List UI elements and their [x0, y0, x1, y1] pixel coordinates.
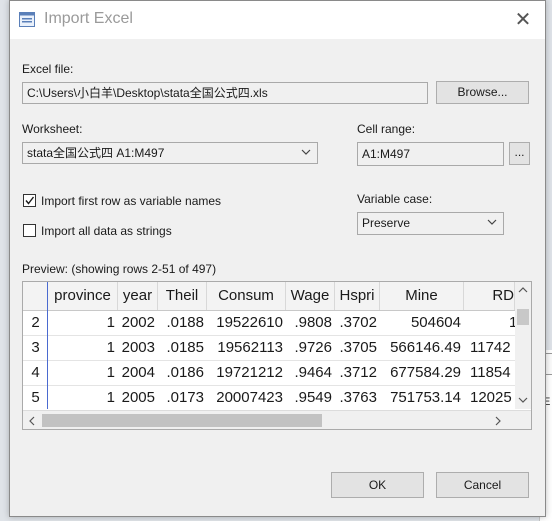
title-bar: Import Excel ✕	[10, 1, 545, 39]
import-excel-dialog: Import Excel ✕ Excel file: C:\Users\小白羊\…	[9, 0, 546, 517]
first-row-names-checkbox[interactable]	[23, 194, 36, 207]
table-cell: 20007423	[216, 389, 283, 406]
worksheet-label: Worksheet:	[22, 122, 83, 136]
grid-header: province year Theil Consum Wage Hspri Mi…	[23, 282, 515, 311]
first-row-names-label: Import first row as variable names	[41, 194, 222, 208]
checkmark-icon	[25, 196, 35, 205]
table-cell: .9726	[294, 339, 332, 356]
variable-case-label: Variable case:	[357, 192, 433, 206]
table-row: 2 1 2002 .0188 19522610 .9808 .3702 5046…	[23, 310, 515, 336]
table-row: 5 1 2005 .0173 20007423 .9549 .3763 7517…	[23, 385, 515, 411]
table-cell: 2004	[121, 364, 155, 381]
table-row: 4 1 2004 .0186 19721212 .9464 .3712 6775…	[23, 360, 515, 386]
horizontal-scroll-thumb[interactable]	[42, 414, 322, 427]
corner-cell	[23, 282, 48, 310]
column-header[interactable]: RD	[464, 282, 515, 310]
table-cell: .9549	[294, 389, 332, 406]
cancel-button[interactable]: Cancel	[436, 472, 529, 498]
column-header[interactable]: Theil	[158, 282, 207, 310]
variable-case-select[interactable]: Preserve	[357, 212, 504, 235]
row-number: 3	[31, 339, 40, 356]
table-cell: .3702	[339, 314, 377, 331]
table-cell: 12025	[470, 389, 512, 406]
table-cell: 11854	[470, 364, 511, 381]
scroll-right-icon[interactable]	[494, 416, 502, 426]
table-cell: .0188	[166, 314, 204, 331]
cell-range-input[interactable]: A1:M497	[357, 142, 504, 166]
window-title: Import Excel	[44, 10, 133, 27]
table-cell: 1	[106, 339, 115, 356]
column-header[interactable]: Wage	[286, 282, 335, 310]
row-number: 2	[31, 314, 40, 331]
table-cell: 19721212	[216, 364, 283, 381]
table-cell: .0186	[166, 364, 204, 381]
table-cell: 2002	[121, 314, 155, 331]
cell-range-button[interactable]: ...	[509, 142, 530, 165]
close-icon[interactable]: ✕	[510, 7, 536, 33]
excel-file-label: Excel file:	[22, 62, 74, 76]
table-cell: .9808	[294, 314, 332, 331]
table-cell: .3763	[339, 389, 377, 406]
column-header[interactable]: province	[48, 282, 118, 310]
excel-file-input[interactable]: C:\Users\小白羊\Desktop\stata全国公式四.xls	[22, 82, 428, 104]
table-cell: .3712	[339, 364, 377, 381]
table-cell: 504604	[410, 314, 461, 331]
scroll-up-icon[interactable]	[518, 286, 528, 294]
table-cell: 1	[106, 364, 115, 381]
table-cell: 2005	[121, 389, 155, 406]
table-cell: .0173	[166, 389, 204, 406]
ok-button[interactable]: OK	[331, 472, 424, 498]
preview-label: Preview: (showing rows 2-51 of 497)	[22, 262, 217, 276]
all-strings-label: Import all data as strings	[41, 224, 172, 238]
all-strings-checkbox[interactable]	[23, 224, 36, 237]
scroll-left-icon[interactable]	[28, 416, 36, 426]
browse-button[interactable]: Browse...	[436, 81, 529, 104]
vertical-scrollbar[interactable]	[515, 282, 531, 409]
table-cell: 566146.49	[390, 339, 461, 356]
column-header[interactable]: Consum	[207, 282, 286, 310]
column-header[interactable]: Mine	[380, 282, 464, 310]
table-cell: .3705	[339, 339, 377, 356]
table-cell: .9464	[294, 364, 332, 381]
preview-grid[interactable]: province year Theil Consum Wage Hspri Mi…	[22, 281, 532, 430]
vertical-scroll-thumb[interactable]	[517, 309, 529, 325]
variable-case-selected: Preserve	[362, 216, 411, 230]
scroll-down-icon[interactable]	[518, 396, 528, 404]
table-cell: 751753.14	[390, 389, 461, 406]
table-cell: 1174	[464, 310, 515, 335]
row-header-divider	[47, 282, 48, 409]
table-cell: 2003	[121, 339, 155, 356]
table-cell: 677584.29	[390, 364, 461, 381]
chevron-down-icon	[487, 219, 497, 225]
app-window-icon	[19, 12, 35, 27]
column-header[interactable]: year	[118, 282, 158, 310]
chevron-down-icon	[301, 149, 311, 155]
row-number: 4	[31, 364, 40, 381]
table-cell: 19522610	[216, 314, 283, 331]
table-cell: 1	[106, 314, 115, 331]
worksheet-select[interactable]: stata全国公式四 A1:M497	[22, 142, 318, 164]
table-cell: 11742	[470, 339, 511, 356]
row-number: 5	[31, 389, 40, 406]
table-row: 3 1 2003 .0185 19562113 .9726 .3705 5661…	[23, 335, 515, 361]
horizontal-scrollbar[interactable]	[23, 410, 531, 429]
table-cell: 19562113	[217, 339, 283, 356]
table-cell: .0185	[166, 339, 204, 356]
table-cell: 1	[106, 389, 115, 406]
worksheet-selected: stata全国公式四 A1:M497	[27, 146, 165, 160]
cell-range-label: Cell range:	[357, 122, 416, 136]
column-header[interactable]: Hspri	[335, 282, 380, 310]
